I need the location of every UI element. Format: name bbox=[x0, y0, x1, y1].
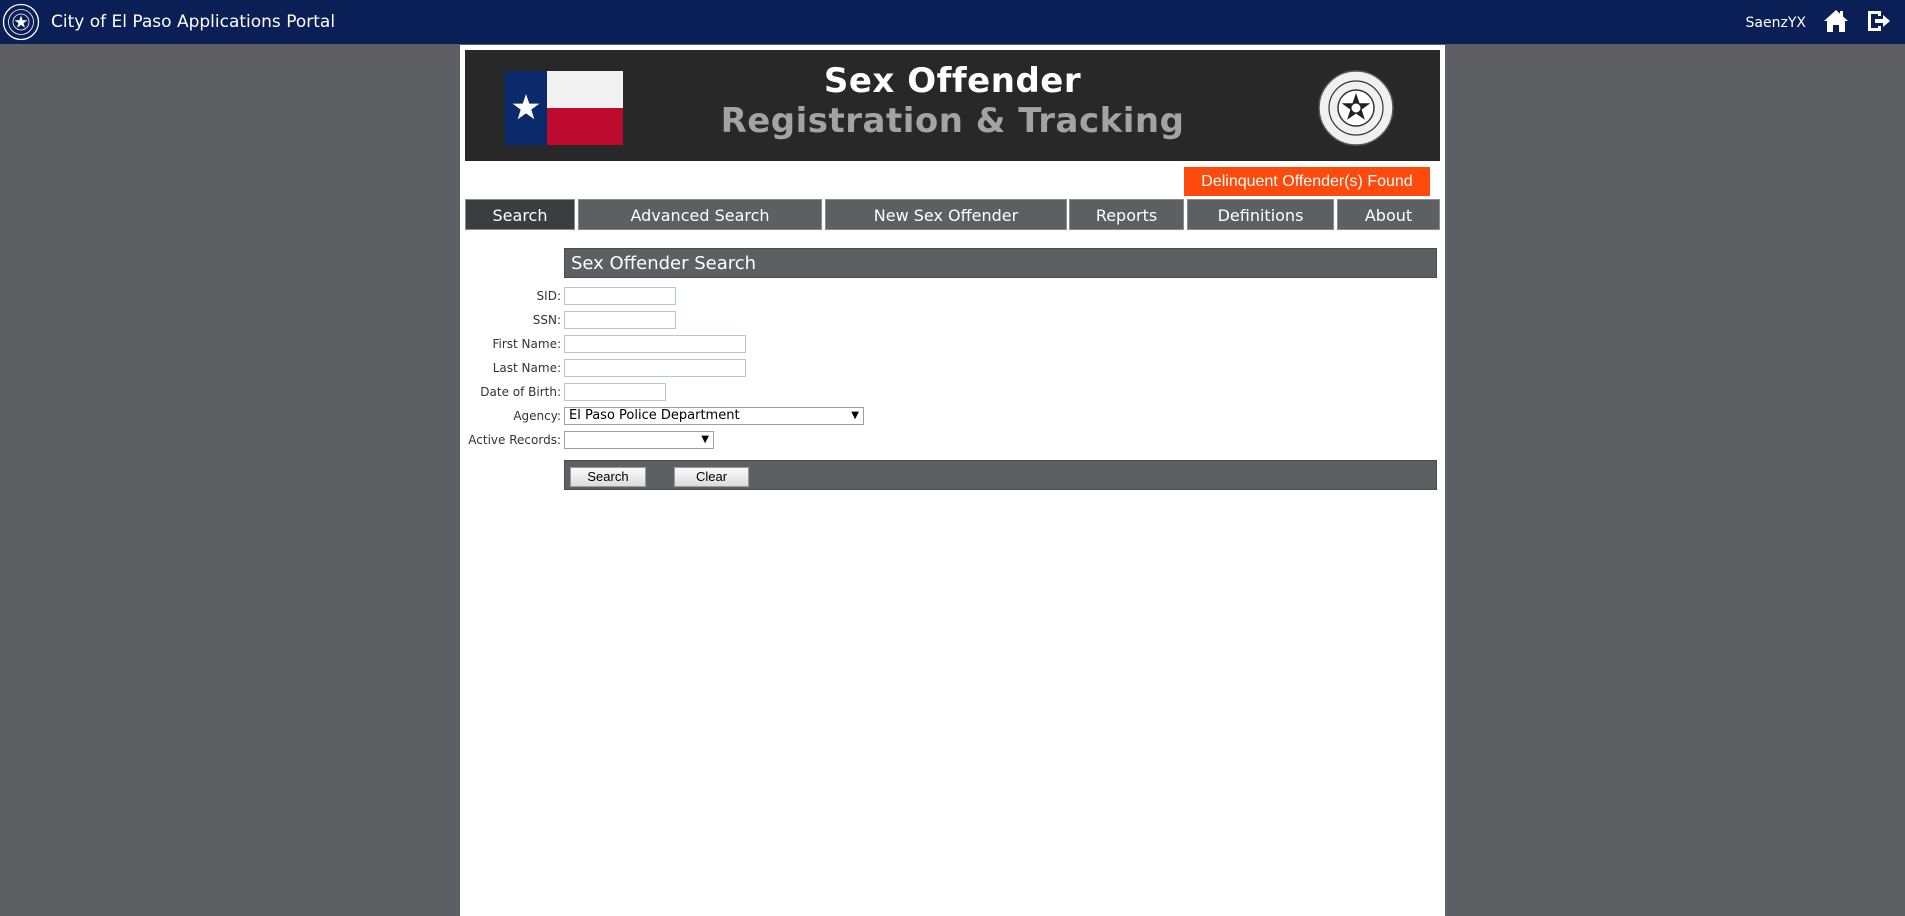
sid-label: SID: bbox=[536, 289, 561, 303]
first-name-input[interactable] bbox=[564, 335, 746, 353]
dob-label: Date of Birth: bbox=[480, 385, 561, 399]
dropdown-arrow-icon: ▼ bbox=[701, 434, 709, 445]
main-panel: Sex Offender Registration & Tracking Del… bbox=[460, 45, 1445, 916]
agency-selected-value: El Paso Police Department bbox=[569, 408, 740, 423]
form-button-bar: Search Clear bbox=[564, 460, 1437, 490]
active-records-label: Active Records: bbox=[468, 433, 561, 447]
form-labels: SID: SSN: First Name: Last Name: Date of… bbox=[460, 45, 561, 545]
banner-title: Sex Offender bbox=[823, 61, 1082, 101]
portal-title[interactable]: City of El Paso Applications Portal bbox=[51, 12, 335, 32]
ssn-input[interactable] bbox=[564, 311, 676, 329]
sid-input[interactable] bbox=[564, 287, 676, 305]
section-title: Sex Offender Search bbox=[564, 248, 1437, 278]
agency-select[interactable]: El Paso Police Department ▼ bbox=[564, 407, 864, 425]
home-icon[interactable] bbox=[1823, 9, 1849, 33]
delinquent-offenders-alert-button[interactable]: Delinquent Offender(s) Found bbox=[1184, 167, 1430, 196]
first-name-label: First Name: bbox=[492, 337, 561, 351]
city-seal-icon[interactable] bbox=[2, 3, 40, 41]
tab-advanced-search[interactable]: Advanced Search bbox=[578, 199, 822, 230]
dropdown-arrow-icon: ▼ bbox=[851, 410, 859, 421]
city-seal-icon bbox=[1318, 70, 1394, 146]
tab-definitions[interactable]: Definitions bbox=[1187, 199, 1334, 230]
clear-button[interactable]: Clear bbox=[674, 467, 749, 487]
dob-input[interactable] bbox=[564, 383, 666, 401]
main-navigation: Search Advanced Search New Sex Offender … bbox=[465, 199, 1440, 230]
username-label: SaenzYX bbox=[1745, 15, 1806, 31]
app-banner: Sex Offender Registration & Tracking bbox=[465, 50, 1440, 161]
last-name-label: Last Name: bbox=[492, 361, 561, 375]
logout-icon[interactable] bbox=[1866, 9, 1892, 33]
ssn-label: SSN: bbox=[532, 313, 561, 327]
tab-reports[interactable]: Reports bbox=[1069, 199, 1184, 230]
tab-about[interactable]: About bbox=[1337, 199, 1440, 230]
portal-header: City of El Paso Applications Portal Saen… bbox=[0, 0, 1905, 44]
banner-subtitle: Registration & Tracking bbox=[720, 101, 1185, 141]
last-name-input[interactable] bbox=[564, 359, 746, 377]
search-button[interactable]: Search bbox=[570, 467, 646, 487]
active-records-select[interactable]: ▼ bbox=[564, 431, 714, 449]
tab-new-sex-offender[interactable]: New Sex Offender bbox=[825, 199, 1067, 230]
agency-label: Agency: bbox=[513, 409, 561, 423]
